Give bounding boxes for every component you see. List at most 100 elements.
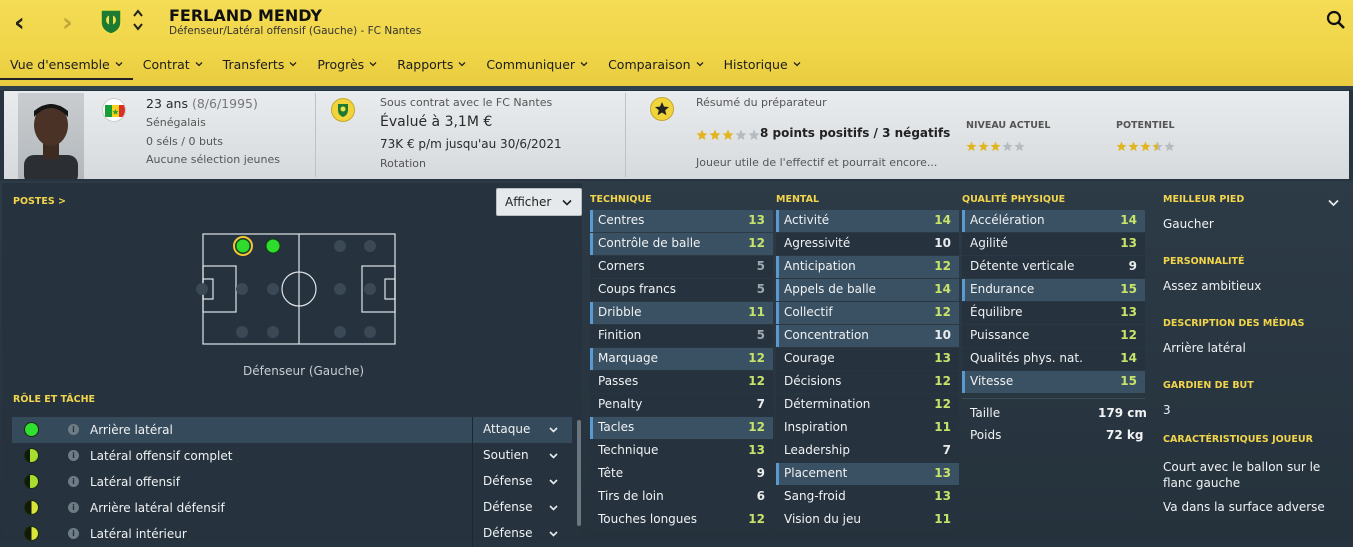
attribute-row[interactable]: Inspiration 11 (776, 417, 959, 439)
attribute-value: 5 (756, 259, 765, 273)
duty-dropdown[interactable]: Défense (472, 495, 572, 521)
attribute-row[interactable]: Agilité 13 (962, 233, 1145, 255)
attribute-row[interactable]: Sang-froid 13 (776, 486, 959, 508)
attribute-row[interactable]: Vitesse 15 (962, 371, 1145, 393)
role-row[interactable]: i Arrière latéral Attaque (12, 417, 572, 443)
star-icon (1128, 141, 1139, 152)
player-photo (18, 93, 84, 179)
role-row[interactable]: i Latéral intérieur Défense (12, 521, 572, 547)
attribute-name: Sang-froid (784, 489, 846, 503)
tab-6[interactable]: Comparaison (598, 56, 714, 80)
star-icon (978, 141, 989, 152)
attribute-row[interactable]: Collectif 12 (776, 302, 959, 324)
attribute-row[interactable]: Tirs de loin 6 (590, 486, 773, 508)
attribute-value: 12 (934, 374, 951, 388)
duty-dropdown[interactable]: Soutien (472, 443, 572, 469)
chevron-right-icon[interactable]: › (62, 8, 73, 38)
tab-1[interactable]: Contrat (133, 56, 213, 80)
attribute-value: 10 (934, 236, 951, 250)
potential-ability-label: POTENTIEL (1116, 120, 1175, 131)
tab-2[interactable]: Transferts (213, 56, 308, 80)
chevron-down-icon[interactable] (1328, 199, 1339, 207)
squad-status: Rotation (380, 157, 427, 170)
tab-3[interactable]: Progrès (307, 56, 387, 80)
attribute-row[interactable]: Marquage 12 (590, 348, 773, 370)
role-suitability-icon (24, 500, 39, 515)
report-points[interactable]: 8 points positifs / 3 négatifs (760, 126, 950, 140)
star-icon (748, 129, 760, 140)
attribute-row[interactable]: Appels de balle 14 (776, 279, 959, 301)
chevron-left-icon[interactable]: ‹ (14, 8, 25, 38)
info-icon[interactable]: i (68, 450, 79, 461)
attribute-name: Tacles (598, 420, 635, 434)
info-icon[interactable]: i (68, 502, 79, 513)
chevron-down-icon (549, 505, 558, 511)
attribute-row[interactable]: Dribble 11 (590, 302, 773, 324)
attribute-row[interactable]: Finition 5 (590, 325, 773, 347)
attribute-row[interactable]: Courage 13 (776, 348, 959, 370)
attribute-value: 6 (756, 489, 765, 503)
chevron-down-icon (793, 62, 801, 67)
attribute-row[interactable]: Anticipation 12 (776, 256, 959, 278)
attribute-row[interactable]: Décisions 12 (776, 371, 959, 393)
duty-dropdown[interactable]: Défense (472, 521, 572, 547)
role-row[interactable]: i Latéral offensif Défense (12, 469, 572, 495)
attribute-name: Détermination (784, 397, 871, 411)
attribute-row[interactable]: Équilibre 13 (962, 302, 1145, 324)
chevron-updown-icon[interactable] (132, 6, 144, 34)
duty-dropdown[interactable]: Attaque (472, 417, 572, 443)
attribute-row[interactable]: Tête 9 (590, 463, 773, 485)
report-summary[interactable]: Joueur utile de l'effectif et pourrait e… (696, 156, 937, 169)
attribute-value: 15 (1120, 282, 1137, 296)
attribute-row[interactable]: Corners 5 (590, 256, 773, 278)
player-name: FERLAND MENDY (169, 6, 322, 25)
attribute-row[interactable]: Touches longues 12 (590, 509, 773, 531)
attribute-name: Agilité (970, 236, 1008, 250)
role-name: Latéral intérieur (90, 527, 187, 541)
attribute-row[interactable]: Coups francs 5 (590, 279, 773, 301)
tab-label: Communiquer (486, 57, 576, 72)
attribute-row[interactable]: Qualités phys. nat. 14 (962, 348, 1145, 370)
attribute-row[interactable]: Centres 13 (590, 210, 773, 232)
info-icon[interactable]: i (68, 476, 79, 487)
info-icon[interactable]: i (68, 424, 79, 435)
info-icon[interactable]: i (68, 528, 79, 539)
search-icon[interactable] (1326, 10, 1346, 30)
attribute-row[interactable]: Puissance 12 (962, 325, 1145, 347)
attribute-row[interactable]: Activité 14 (776, 210, 959, 232)
show-dropdown-button[interactable]: Afficher (496, 188, 582, 216)
attribute-row[interactable]: Contrôle de balle 12 (590, 233, 773, 255)
attribute-row[interactable]: Endurance 15 (962, 279, 1145, 301)
attribute-row[interactable]: Détente verticale 9 (962, 256, 1145, 278)
role-row[interactable]: i Arrière latéral défensif Défense (12, 495, 572, 521)
attribute-row[interactable]: Agressivité 10 (776, 233, 959, 255)
attribute-row[interactable]: Accélération 14 (962, 210, 1145, 232)
attribute-row[interactable]: Leadership 7 (776, 440, 959, 462)
tab-0[interactable]: Vue d'ensemble (0, 56, 133, 80)
tab-7[interactable]: Historique (714, 56, 811, 80)
attribute-name: Touches longues (598, 512, 698, 526)
attribute-row[interactable]: Vision du jeu 11 (776, 509, 959, 531)
tab-5[interactable]: Communiquer (476, 56, 598, 80)
report-stars (696, 126, 761, 140)
attribute-value: 12 (748, 351, 765, 365)
attribute-row[interactable]: Penalty 7 (590, 394, 773, 416)
tab-label: Rapports (397, 57, 454, 72)
club-crest-icon[interactable] (99, 8, 123, 35)
attribute-value: 11 (748, 305, 765, 319)
positions-title[interactable]: POSTES > (13, 196, 66, 207)
attribute-row[interactable]: Tacles 12 (590, 417, 773, 439)
player-trait: Va dans la surface adverse (1163, 500, 1325, 514)
attribute-row[interactable]: Placement 13 (776, 463, 959, 485)
duty-dropdown[interactable]: Défense (472, 469, 572, 495)
tab-menu: Vue d'ensemble Contrat Transferts Progrès Ra… (0, 56, 811, 80)
attribute-row[interactable]: Technique 13 (590, 440, 773, 462)
attribute-row[interactable]: Concentration 10 (776, 325, 959, 347)
attribute-row[interactable]: Passes 12 (590, 371, 773, 393)
tab-label: Contrat (142, 57, 190, 72)
tab-4[interactable]: Rapports (387, 56, 476, 80)
attribute-row[interactable]: Détermination 12 (776, 394, 959, 416)
positions-title-arrow: > (58, 196, 66, 207)
scrollbar[interactable] (577, 420, 581, 526)
role-row[interactable]: i Latéral offensif complet Soutien (12, 443, 572, 469)
